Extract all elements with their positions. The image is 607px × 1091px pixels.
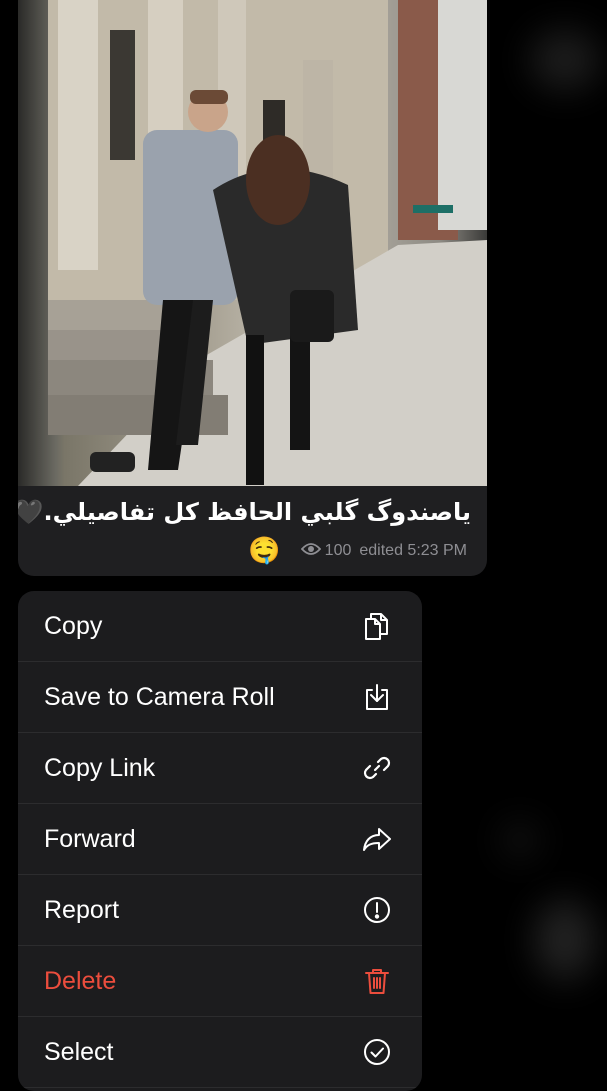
report-icon [360, 893, 394, 927]
reaction-emoji[interactable]: 🤤 [248, 536, 280, 566]
eye-icon [300, 542, 321, 561]
post-caption: ياصندوگ گلبي الحافظ كل تفاصيلي.🖤 [18, 498, 471, 526]
menu-item-label: Save to Camera Roll [44, 682, 275, 711]
menu-item-label: Delete [44, 966, 117, 995]
menu-item-label: Report [44, 895, 120, 924]
background-blur [530, 30, 600, 90]
trash-icon [360, 964, 394, 998]
select-check-icon [360, 1035, 394, 1069]
post-photo[interactable] [18, 0, 487, 486]
photo-illustration [48, 0, 487, 486]
menu-item-label: Forward [44, 824, 136, 853]
context-menu: Copy Save to Camera Roll Copy Link Forwa… [18, 591, 422, 1091]
copy-icon [360, 609, 394, 643]
menu-item-label: Copy Link [44, 753, 156, 782]
menu-item-label: Copy [44, 611, 103, 640]
background-blur [500, 820, 540, 860]
menu-item-report[interactable]: Report [18, 875, 422, 946]
edited-timestamp: edited 5:23 PM [359, 542, 467, 559]
menu-item-forward[interactable]: Forward [18, 804, 422, 875]
background-blur [535, 900, 595, 980]
post-meta: 🤤 100 edited 5:23 PM [248, 536, 467, 566]
save-icon [360, 680, 394, 714]
menu-item-label: Select [44, 1037, 114, 1066]
menu-item-copy-link[interactable]: Copy Link [18, 733, 422, 804]
forward-icon [360, 822, 394, 856]
menu-item-copy[interactable]: Copy [18, 591, 422, 662]
menu-item-delete[interactable]: Delete [18, 946, 422, 1017]
link-icon [360, 751, 394, 785]
views-counter: 100 [300, 542, 352, 561]
views-count: 100 [324, 542, 352, 559]
menu-item-save-to-camera-roll[interactable]: Save to Camera Roll [18, 662, 422, 733]
menu-item-select[interactable]: Select [18, 1017, 422, 1088]
message-bubble[interactable]: ياصندوگ گلبي الحافظ كل تفاصيلي.🖤 🤤 100 e… [18, 0, 487, 576]
